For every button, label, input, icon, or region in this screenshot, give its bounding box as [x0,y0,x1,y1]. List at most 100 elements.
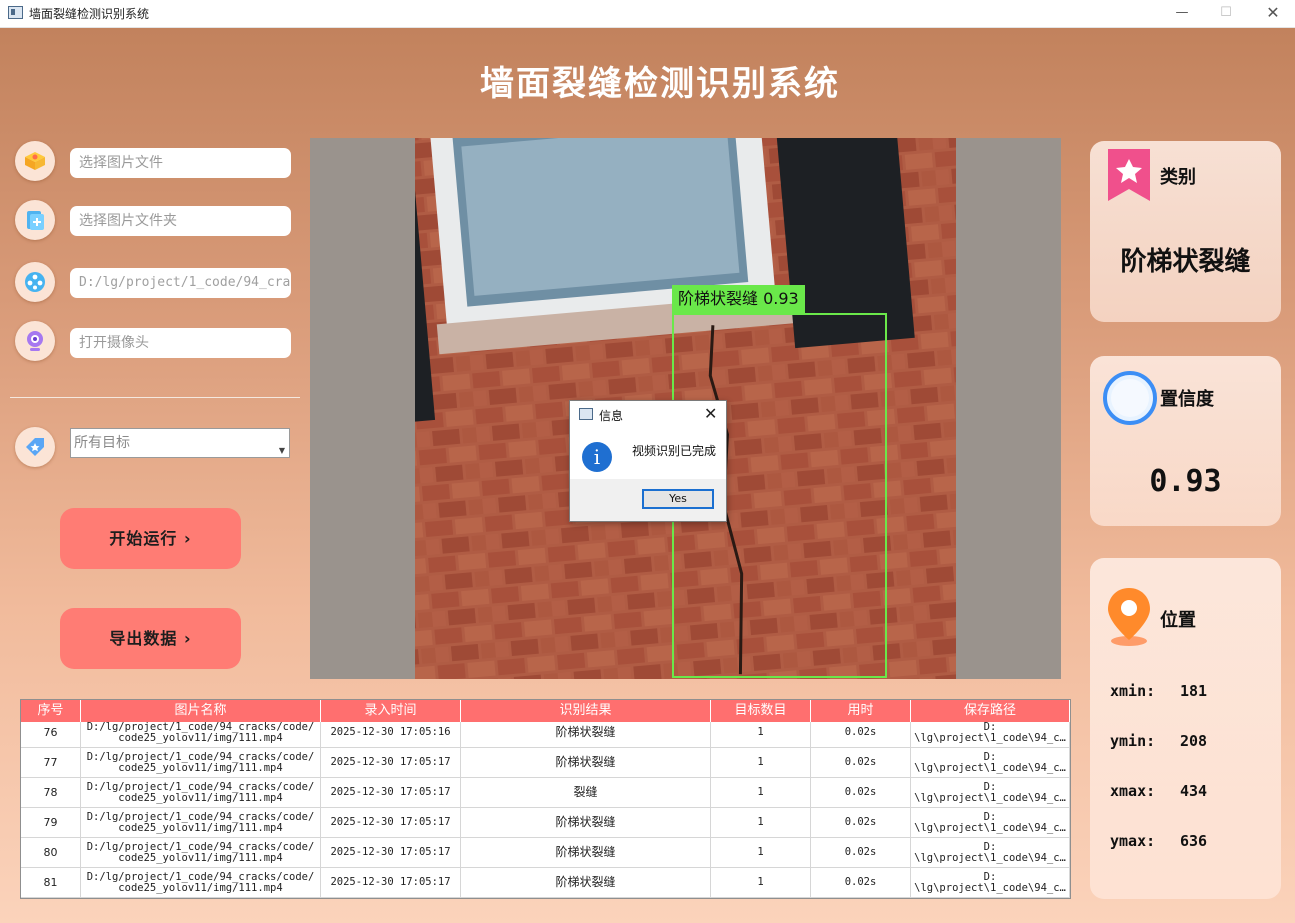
cell-count: 1 [711,748,811,777]
image-file-input[interactable]: 选择图片文件 [70,148,291,178]
cell-time: 2025-12-30 17:05:17 [321,838,461,867]
cell-count: 1 [711,722,811,747]
cell-duration: 0.02s [811,778,911,807]
cell-image-name: D:/lg/project/1_code/94_cracks/code/ cod… [81,808,321,837]
xmin-value: 181 [1180,682,1208,700]
maximize-button[interactable]: ☐ [1208,2,1244,24]
target-select-value: 所有目标 [74,435,130,451]
ymin-row: ymin: 208 [1110,732,1207,750]
window-titlebar: 墙面裂缝检测识别系统 — ☐ ✕ [0,0,1295,28]
column-header[interactable]: 图片名称 [81,700,321,722]
cell-duration: 0.02s [811,808,911,837]
image-folder-input[interactable]: 选择图片文件夹 [70,206,291,236]
cell-index: 80 [21,838,81,867]
video-path-input[interactable]: D:/lg/project/1_code/94_cra [70,268,291,298]
dialog-yes-button[interactable]: Yes [642,489,714,509]
category-value: 阶梯状裂缝 [1120,247,1251,277]
cell-save-path: D: \lg\project\1_code\94_c… [911,868,1070,897]
start-button[interactable]: 开始运行 › [60,508,241,569]
image-file-icon[interactable] [15,141,55,181]
export-button[interactable]: 导出数据 › [60,608,241,669]
table-row[interactable]: 78 D:/lg/project/1_code/94_cracks/code/ … [21,778,1070,808]
cell-time: 2025-12-30 17:05:17 [321,778,461,807]
cell-image-name: D:/lg/project/1_code/94_cracks/code/ cod… [81,838,321,867]
cell-count: 1 [711,778,811,807]
cell-result: 阶梯状裂缝 [461,808,711,837]
dialog-body: i 视频识别已完成 [570,429,726,479]
column-header[interactable]: 用时 [811,700,911,722]
cell-count: 1 [711,868,811,897]
confidence-title: 置信度 [1160,389,1214,410]
cell-count: 1 [711,838,811,867]
ymax-label: ymax: [1110,832,1156,850]
column-header[interactable]: 识别结果 [461,700,711,722]
camera-input[interactable]: 打开摄像头 [70,328,291,358]
image-folder-icon[interactable] [15,200,55,240]
xmin-label: xmin: [1110,682,1156,700]
cell-result: 阶梯状裂缝 [461,722,711,747]
bookmark-star-icon [1108,149,1150,201]
cell-index: 78 [21,778,81,807]
location-pin-icon [1108,588,1150,646]
table-row[interactable]: 79 D:/lg/project/1_code/94_cracks/code/ … [21,808,1070,838]
cell-result: 裂缝 [461,778,711,807]
confidence-value: 0.93 [1149,464,1222,499]
minimize-button[interactable]: — [1164,2,1200,24]
column-header[interactable]: 序号 [21,700,81,722]
ymin-label: ymin: [1110,732,1156,750]
app-icon [8,6,23,19]
target-select[interactable]: 所有目标 ▼ [70,428,290,458]
divider [10,397,300,398]
position-title: 位置 [1160,610,1196,631]
cell-save-path: D: \lg\project\1_code\94_c… [911,778,1070,807]
column-header[interactable]: 保存路径 [911,700,1070,722]
info-icon: i [582,442,612,472]
xmax-row: xmax: 434 [1110,782,1207,800]
position-card: 位置 xmin: 181 ymin: 208 xmax: 434 ymax: 6… [1090,558,1281,899]
cell-image-name: D:/lg/project/1_code/94_cracks/code/ cod… [81,778,321,807]
chevron-down-icon[interactable]: ▼ [279,437,285,465]
table-row[interactable]: 77 D:/lg/project/1_code/94_cracks/code/ … [21,748,1070,778]
cell-time: 2025-12-30 17:05:17 [321,868,461,897]
dialog-close-icon[interactable]: ✕ [704,404,717,423]
camera-icon[interactable] [15,321,55,361]
table-row[interactable]: 80 D:/lg/project/1_code/94_cracks/code/ … [21,838,1070,868]
cell-time: 2025-12-30 17:05:16 [321,722,461,747]
xmax-label: xmax: [1110,782,1156,800]
cell-result: 阶梯状裂缝 [461,838,711,867]
cell-image-name: D:/lg/project/1_code/94_cracks/code/ cod… [81,868,321,897]
video-file-icon[interactable] [15,262,55,302]
xmax-value: 434 [1180,782,1208,800]
cell-duration: 0.02s [811,868,911,897]
ymax-row: ymax: 636 [1110,832,1207,850]
cell-save-path: D: \lg\project\1_code\94_c… [911,748,1070,777]
dialog-header: 信息 ✕ [570,401,726,429]
cell-save-path: D: \lg\project\1_code\94_c… [911,808,1070,837]
category-card: 类别 阶梯状裂缝 [1090,141,1281,322]
app-title: 墙面裂缝检测识别系统 [480,64,840,104]
cell-count: 1 [711,808,811,837]
target-tag-icon [15,427,55,467]
column-header[interactable]: 目标数目 [711,700,811,722]
xmin-row: xmin: 181 [1110,682,1207,700]
dialog-title: 信息 [599,409,624,423]
close-window-button[interactable]: ✕ [1255,2,1291,24]
cell-save-path: D: \lg\project\1_code\94_c… [911,722,1070,747]
ymin-value: 208 [1180,732,1208,750]
table-row[interactable]: 76 D:/lg/project/1_code/94_cracks/code/ … [21,722,1070,748]
confidence-card: 置信度 0.93 [1090,356,1281,526]
cell-index: 81 [21,868,81,897]
cell-image-name: D:/lg/project/1_code/94_cracks/code/ cod… [81,722,321,747]
column-header[interactable]: 录入时间 [321,700,461,722]
dialog-app-icon [579,408,593,420]
cell-index: 77 [21,748,81,777]
cell-duration: 0.02s [811,838,911,867]
table-row[interactable]: 81 D:/lg/project/1_code/94_cracks/code/ … [21,868,1070,898]
cell-time: 2025-12-30 17:05:17 [321,808,461,837]
cell-image-name: D:/lg/project/1_code/94_cracks/code/ cod… [81,748,321,777]
ymax-value: 636 [1180,832,1208,850]
detection-label: 阶梯状裂缝 0.93 [672,285,805,313]
cell-save-path: D: \lg\project\1_code\94_c… [911,838,1070,867]
cell-duration: 0.02s [811,722,911,747]
table-body[interactable]: 76 D:/lg/project/1_code/94_cracks/code/ … [21,722,1070,898]
